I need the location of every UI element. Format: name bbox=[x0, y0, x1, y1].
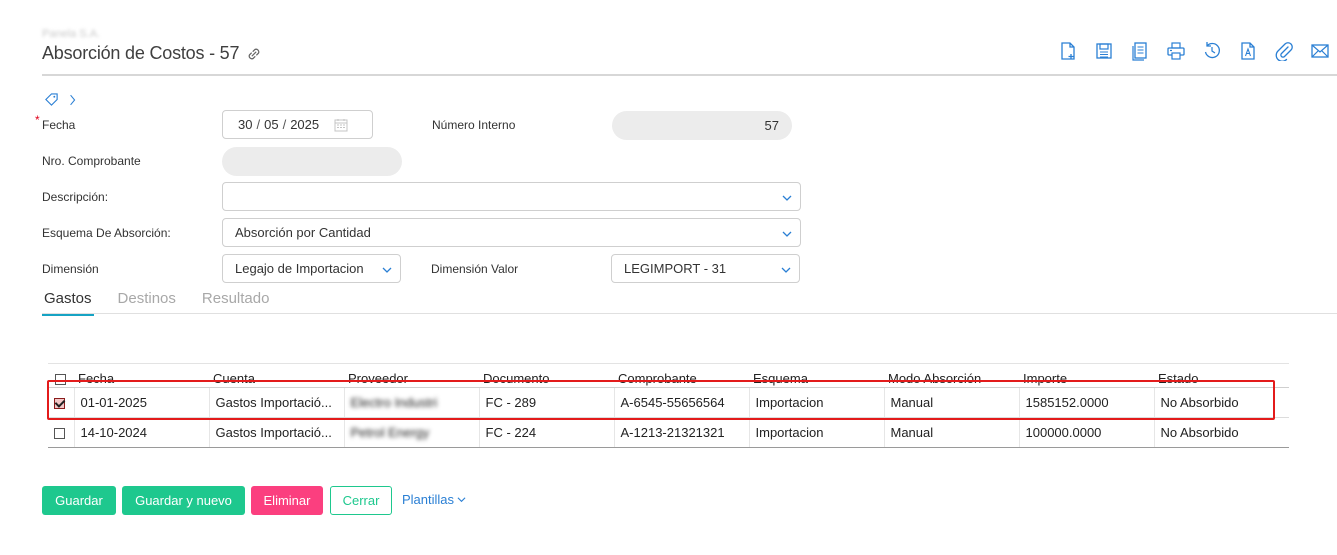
cell-proveedor: Petrol Energy bbox=[343, 417, 479, 448]
gastos-table: Fecha Cuenta Proveedor Documento Comprob… bbox=[48, 363, 1289, 448]
tag-icon[interactable] bbox=[44, 92, 59, 110]
row-select-cell bbox=[48, 417, 74, 448]
cell-modo: Manual bbox=[883, 387, 1019, 418]
history-icon[interactable] bbox=[1194, 38, 1230, 64]
cell-importe: 100000.0000 bbox=[1018, 417, 1154, 448]
column-header-importe[interactable]: Importe bbox=[1019, 363, 1154, 388]
esquema-label: Esquema De Absorción: bbox=[42, 226, 171, 240]
cell-fecha: 01-01-2025 bbox=[73, 387, 209, 418]
column-header-comprobante[interactable]: Comprobante bbox=[614, 363, 749, 388]
plantillas-label: Plantillas bbox=[402, 492, 455, 507]
tabs-divider bbox=[42, 313, 1337, 314]
dimension-valor-value: LEGIMPORT - 31 bbox=[624, 261, 727, 276]
list-document-icon[interactable] bbox=[1122, 38, 1158, 64]
chevron-right-icon[interactable] bbox=[69, 93, 77, 110]
chevron-down-icon[interactable] bbox=[382, 263, 392, 273]
cell-esquema: Importacion bbox=[748, 417, 884, 448]
font-document-icon[interactable] bbox=[1230, 38, 1266, 64]
select-all-checkbox[interactable] bbox=[55, 374, 66, 386]
descripcion-select[interactable] bbox=[222, 182, 801, 211]
select-all-cell bbox=[48, 363, 74, 388]
mail-icon[interactable] bbox=[1302, 38, 1337, 64]
row-checkbox[interactable] bbox=[54, 428, 65, 440]
nro-comprobante-field bbox=[222, 147, 402, 176]
column-header-documento[interactable]: Documento bbox=[479, 363, 614, 388]
column-header-estado[interactable]: Estado bbox=[1154, 363, 1289, 388]
cell-importe: 1585152.0000 bbox=[1018, 387, 1154, 418]
fecha-year[interactable]: 2025 bbox=[290, 117, 319, 132]
calendar-icon[interactable] bbox=[334, 118, 348, 132]
dimension-valor-label: Dimensión Valor bbox=[431, 262, 519, 276]
fecha-field[interactable]: 30 / 05 / 2025 bbox=[222, 110, 373, 139]
eliminar-button[interactable]: Eliminar bbox=[251, 486, 323, 515]
nro-comprobante-label: Nro. Comprobante bbox=[42, 154, 141, 168]
cell-estado: No Absorbido bbox=[1153, 387, 1289, 418]
cell-fecha: 14-10-2024 bbox=[73, 417, 209, 448]
chevron-down-icon[interactable] bbox=[781, 263, 791, 273]
required-marker: * bbox=[35, 113, 40, 127]
company-name: Panela S.A. bbox=[42, 28, 101, 40]
page-title: Absorción de Costos - 57 bbox=[42, 43, 263, 64]
row-checkbox[interactable] bbox=[54, 398, 65, 410]
attach-icon[interactable] bbox=[1266, 38, 1302, 64]
chevron-down-icon[interactable] bbox=[782, 191, 792, 201]
toolbar bbox=[1050, 38, 1337, 64]
cerrar-button[interactable]: Cerrar bbox=[330, 486, 392, 515]
cell-comprobante: A-1213-21321321 bbox=[613, 417, 749, 448]
plantillas-dropdown[interactable]: Plantillas bbox=[402, 492, 466, 507]
dimension-select[interactable]: Legajo de Importacion bbox=[222, 254, 401, 283]
guardar-y-nuevo-button[interactable]: Guardar y nuevo bbox=[122, 486, 245, 515]
cell-cuenta: Gastos Importació... bbox=[208, 417, 344, 448]
title-divider bbox=[42, 74, 1337, 76]
tag-breadcrumb bbox=[44, 92, 77, 110]
table-header-row: Fecha Cuenta Proveedor Documento Comprob… bbox=[48, 363, 1289, 388]
save-icon[interactable] bbox=[1086, 38, 1122, 64]
column-header-cuenta[interactable]: Cuenta bbox=[209, 363, 344, 388]
row-select-cell bbox=[48, 387, 74, 418]
page-title-text: Absorción de Costos - 57 bbox=[42, 43, 240, 63]
cell-proveedor: Electro Industri bbox=[343, 387, 479, 418]
fecha-label: Fecha bbox=[42, 118, 76, 132]
guardar-button[interactable]: Guardar bbox=[42, 486, 116, 515]
cell-documento[interactable]: FC - 224 bbox=[478, 417, 614, 448]
link-icon[interactable] bbox=[245, 45, 263, 63]
column-header-proveedor[interactable]: Proveedor bbox=[344, 363, 479, 388]
new-document-icon[interactable] bbox=[1050, 38, 1086, 64]
chevron-down-icon[interactable] bbox=[782, 227, 792, 237]
chevron-down-icon bbox=[457, 492, 466, 507]
column-header-modo-absorcion[interactable]: Modo Absorción bbox=[884, 363, 1019, 388]
cell-cuenta: Gastos Importació... bbox=[208, 387, 344, 418]
dimension-value: Legajo de Importacion bbox=[235, 261, 364, 276]
print-icon[interactable] bbox=[1158, 38, 1194, 64]
dimension-valor-select[interactable]: LEGIMPORT - 31 bbox=[611, 254, 800, 283]
table-row[interactable]: 01-01-2025 Gastos Importació... Electro … bbox=[48, 387, 1289, 418]
fecha-day[interactable]: 30 bbox=[238, 117, 252, 132]
descripcion-label: Descripción: bbox=[42, 190, 109, 204]
numero-interno-label: Número Interno bbox=[432, 118, 516, 132]
column-header-esquema[interactable]: Esquema bbox=[749, 363, 884, 388]
cell-comprobante: A-6545-55656564 bbox=[613, 387, 749, 418]
esquema-value: Absorción por Cantidad bbox=[235, 225, 371, 240]
cell-estado: No Absorbido bbox=[1153, 417, 1289, 448]
dimension-label: Dimensión bbox=[42, 262, 99, 276]
cell-esquema: Importacion bbox=[748, 387, 884, 418]
table-row[interactable]: 14-10-2024 Gastos Importació... Petrol E… bbox=[48, 417, 1289, 448]
cell-documento[interactable]: FC - 289 bbox=[478, 387, 614, 418]
column-header-fecha[interactable]: Fecha bbox=[74, 363, 209, 388]
fecha-month[interactable]: 05 bbox=[264, 117, 278, 132]
cell-modo: Manual bbox=[883, 417, 1019, 448]
esquema-select[interactable]: Absorción por Cantidad bbox=[222, 218, 801, 247]
numero-interno-field: 57 bbox=[612, 111, 792, 140]
